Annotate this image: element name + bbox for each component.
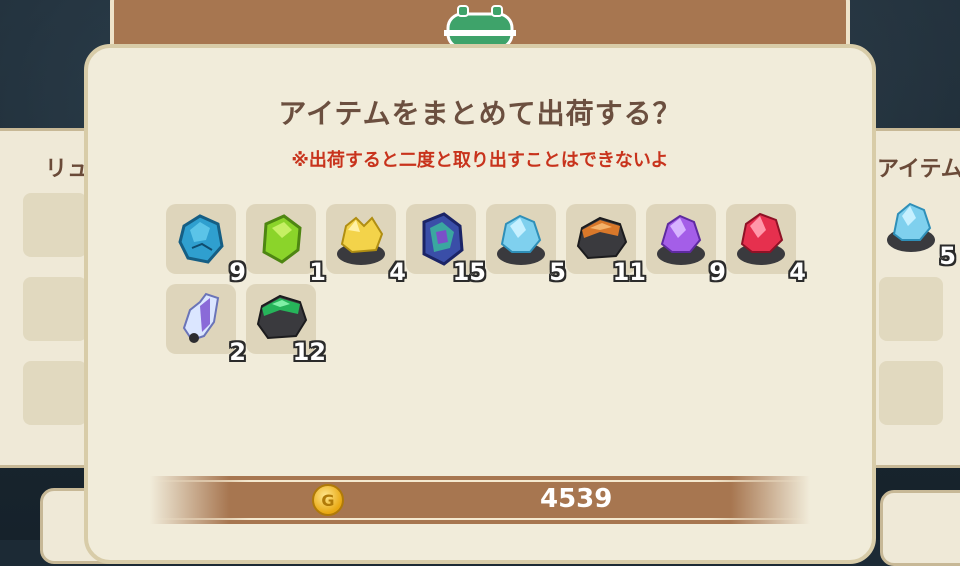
item-quantity: 5 (939, 242, 956, 270)
quartz-icon (182, 292, 220, 343)
item-slot[interactable]: 4 (326, 204, 406, 286)
item-quantity: 2 (229, 338, 246, 366)
blue-crystal-icon (497, 214, 545, 265)
inventory-slot[interactable] (23, 193, 87, 257)
dialog-title: アイテムをまとめて出荷する？ (278, 97, 682, 130)
item-quantity: 4 (389, 258, 406, 286)
item-slot[interactable]: 9 (166, 204, 246, 286)
purple-crystal-icon (657, 214, 705, 265)
robot-icon (444, 5, 516, 48)
item-slot[interactable]: 12 (246, 284, 326, 366)
item-quantity: 12 (292, 338, 326, 366)
item-quantity: 5 (549, 258, 566, 286)
blue-crystal-icon (887, 202, 935, 252)
item-slot[interactable]: 2 (166, 284, 246, 366)
item-slot[interactable]: 9 (646, 204, 726, 286)
item-quantity: 1 (309, 258, 326, 286)
inventory-slot[interactable] (879, 361, 943, 425)
yellow-crystal-icon (337, 216, 385, 265)
blue-gem-icon (178, 214, 224, 264)
bottom-right-button[interactable] (880, 490, 960, 566)
inventory-slot[interactable] (23, 361, 87, 425)
item-slot[interactable]: 15 (406, 204, 486, 286)
red-crystal-icon (737, 212, 785, 265)
dialog-warning: ※出荷すると二度と取り出すことはできないよ (291, 150, 669, 171)
coin-icon: G (312, 484, 344, 516)
item-slot[interactable]: 1 (246, 204, 326, 286)
green-gem-icon (262, 214, 302, 264)
item-quantity: 9 (229, 258, 246, 286)
item-quantity: 15 (452, 258, 486, 286)
item-slot[interactable]: 4 (726, 204, 806, 286)
item-slot[interactable]: 5 (486, 204, 566, 286)
right-panel: アイテム (862, 128, 960, 468)
inventory-slot[interactable] (879, 277, 943, 341)
item-quantity: 11 (612, 258, 646, 286)
inventory-slot[interactable] (23, 277, 87, 341)
gold-total-bar (150, 476, 810, 524)
item-slot[interactable]: 11 (566, 204, 646, 286)
gold-total-value: 4539 (540, 484, 613, 514)
right-panel-item[interactable]: 5 (880, 196, 956, 270)
item-quantity: 4 (789, 258, 806, 286)
item-quantity: 9 (709, 258, 726, 286)
